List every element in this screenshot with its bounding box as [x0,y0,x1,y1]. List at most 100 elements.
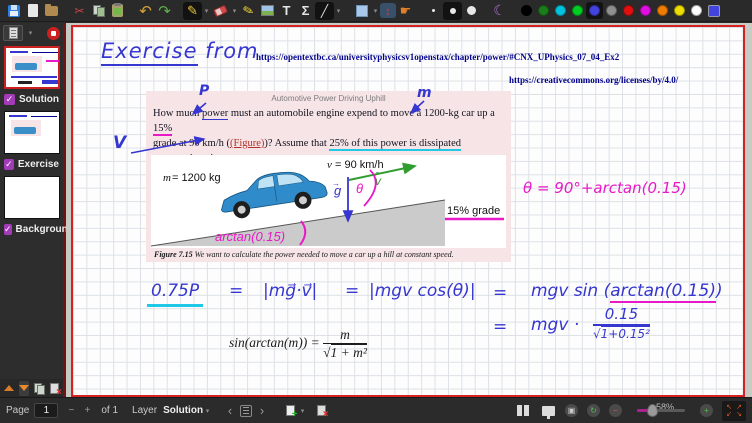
stroke-medium-button[interactable] [443,2,462,20]
thumbnail-content [14,127,36,134]
presentation-mode-button[interactable] [540,402,556,419]
previous-layer-button[interactable]: ‹ [222,402,238,419]
cut-button[interactable]: ✂ [70,2,89,20]
checkbox-checked-icon[interactable]: ✓ [4,224,12,235]
close-icon [51,31,56,36]
hill-diagram-svg: m = 1200 kg v = 90 km/h v ↗ g → θ arctan… [151,155,506,248]
ink-dot-product: |mg⃗·v⃗| [263,281,317,301]
license-url-link[interactable]: https://creativecommons.org/licenses/by/… [509,75,678,85]
canvas-viewport[interactable]: Exercise from https://opentextbc.ca/univ… [66,23,752,397]
new-page-button[interactable] [282,402,298,419]
ink-power-lhs: 0.75P [147,281,203,307]
select-rectangle-button[interactable] [352,2,371,20]
problem-image[interactable]: Automotive Power Driving Uphill How much… [146,91,511,262]
grade-label: 15% grade [447,205,500,217]
color-picker-button[interactable] [705,2,722,19]
zoom-original-button[interactable]: ↻ [587,404,600,417]
zoom-fit-button[interactable]: ▣ [565,404,578,417]
dual-page-view-button[interactable] [515,402,531,419]
next-layer-button[interactable]: › [254,402,270,419]
stroke-thick-button[interactable] [462,2,481,20]
page-number-input[interactable] [34,403,58,418]
page-increment-button[interactable]: + [79,402,95,419]
page-decrement-button[interactable]: − [63,402,79,419]
fill-toggle-button[interactable]: ☾ [490,2,509,20]
vector-arrow-glyph: → [332,179,340,188]
save-icon [8,5,20,17]
thick-dot-icon [467,6,476,15]
shape-options-dropdown[interactable]: ▾ [334,2,343,20]
shape-line-tool-button[interactable]: ╱ [315,2,334,20]
duplicate-layer-button[interactable] [34,381,45,396]
color-black[interactable] [518,2,535,19]
ink-mgv-prefix: mgv · [531,315,579,335]
color-cyan[interactable] [552,2,569,19]
color-orange[interactable] [654,2,671,19]
fullscreen-button[interactable]: ↖↗↙↘ [722,401,746,421]
color-darkgreen[interactable] [535,2,552,19]
color-white[interactable] [688,2,705,19]
open-button[interactable] [42,2,61,20]
layer-stack-button[interactable] [238,402,254,419]
chevron-down-icon [19,385,29,391]
layer-thumbnail-all[interactable] [4,46,60,89]
move-layer-down-button[interactable] [19,381,29,396]
color-red[interactable] [620,2,637,19]
layer-select[interactable]: Solution ▾ [163,402,212,420]
layer-thumbnail-background[interactable] [4,176,60,219]
text-tool-button[interactable]: T [277,2,296,20]
layer-row-solution[interactable]: ✓ Solution [0,91,63,108]
zoom-in-button[interactable]: + [700,404,713,417]
checkbox-checked-icon[interactable]: ✓ [4,159,14,170]
slope-angle-label: arctan(0.15) [215,229,285,244]
stroke-fine-button[interactable] [424,2,443,20]
eraser-tool-button[interactable] [211,2,230,20]
thumbnail-content [11,76,57,78]
save-button[interactable] [4,2,23,20]
color-green[interactable] [569,2,586,19]
ink-equals: = [345,281,359,301]
text-tool-icon: T [283,3,291,18]
preview-mode-button[interactable] [3,25,23,41]
delete-layer-button[interactable] [50,381,59,396]
color-swatch [674,5,685,16]
thumbnail-content [10,51,28,53]
hand-tool-button[interactable]: ☛ [396,2,415,20]
ink-m-hint: m [417,85,432,101]
chevron-down-icon: ▾ [301,407,305,415]
redo-button[interactable]: ↷ [155,2,174,20]
undo-button[interactable]: ↶ [136,2,155,20]
color-yellow[interactable] [671,2,688,19]
new-document-button[interactable] [23,2,42,20]
highlighter-tool-button[interactable]: ✎ [237,0,260,22]
new-page-dropdown[interactable]: ▾ [298,402,307,420]
vertical-space-tool-button[interactable]: ↕ [380,3,396,18]
zoom-slider-handle[interactable] [647,404,658,417]
pen-options-dropdown[interactable]: ▾ [202,2,211,20]
paste-button[interactable] [108,2,127,20]
document-page[interactable]: Exercise from https://opentextbc.ca/univ… [71,25,745,397]
source-url-link[interactable]: https://opentextbc.ca/universityphysicsv… [256,52,619,62]
checkbox-checked-icon[interactable]: ✓ [4,94,15,105]
sidebar-close-button[interactable] [47,27,60,40]
layer-row-exercise[interactable]: ✓ Exercise [0,156,63,173]
sidebar-dropdown[interactable]: ▾ [26,24,35,42]
delete-page-button[interactable] [313,402,329,419]
insert-image-button[interactable] [258,2,277,20]
math-tex-button[interactable]: Σ [296,2,315,20]
copy-button[interactable] [89,2,108,20]
layer-row-background[interactable]: ✓ Background [0,221,63,238]
figure-link[interactable]: (Figure) [230,138,264,149]
move-layer-up-button[interactable] [4,381,14,396]
color-magenta[interactable] [637,2,654,19]
layer-thumbnail-exercise[interactable] [4,111,60,154]
color-gray[interactable] [603,2,620,19]
new-file-icon [28,4,38,17]
zoom-slider[interactable] [637,409,685,412]
color-blue-selected[interactable] [586,2,603,19]
select-options-dropdown[interactable]: ▾ [371,2,380,20]
zoom-out-icon: − [613,406,618,415]
pen-tool-button[interactable]: ✎ [183,2,202,20]
xournal-app-window: ✂ ↶ ↷ ✎ ▾ ▾ ✎ T Σ ╱ ▾ ▾ ↕ ☛ ☾ [0,0,752,423]
zoom-out-button[interactable]: − [609,404,622,417]
